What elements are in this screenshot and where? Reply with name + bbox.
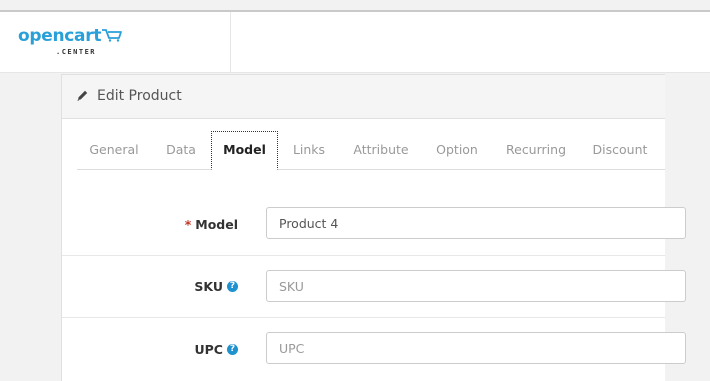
edit-product-panel: Edit Product General Data Model Links At… <box>61 74 686 381</box>
model-label: * Model <box>185 217 238 232</box>
header: opencart .CENTER <box>0 12 710 73</box>
upc-label-text: UPC <box>194 342 224 357</box>
logo[interactable]: opencart .CENTER <box>0 12 231 72</box>
question-circle-icon[interactable]: ? <box>227 281 238 292</box>
upc-field[interactable] <box>266 332 686 364</box>
panel-heading: Edit Product <box>62 75 665 119</box>
upc-label: UPC ? <box>194 342 238 357</box>
logo-text: opencart <box>18 26 102 46</box>
cart-icon <box>102 29 122 42</box>
pencil-icon <box>77 90 88 101</box>
tab-option[interactable]: Option <box>426 131 488 169</box>
tab-discount[interactable]: Discount <box>583 131 657 169</box>
question-circle-icon[interactable]: ? <box>227 344 238 355</box>
divider <box>62 317 665 318</box>
tab-bar: General Data Model Links Attribute Optio… <box>77 131 665 170</box>
divider <box>62 255 665 256</box>
tab-links[interactable]: Links <box>282 131 336 169</box>
tab-general[interactable]: General <box>77 131 151 169</box>
sku-field[interactable] <box>266 270 686 302</box>
model-field[interactable] <box>266 207 686 239</box>
tab-recurring[interactable]: Recurring <box>495 131 577 169</box>
tab-data[interactable]: Data <box>155 131 207 169</box>
tab-model[interactable]: Model <box>211 131 278 170</box>
page-title: Edit Product <box>97 88 182 104</box>
logo-subtext: .CENTER <box>56 48 97 56</box>
sku-label: SKU ? <box>194 279 238 294</box>
required-marker: * <box>184 217 192 232</box>
sku-label-text: SKU <box>194 279 223 294</box>
model-label-text: Model <box>195 217 238 232</box>
tab-attribute[interactable]: Attribute <box>342 131 420 169</box>
